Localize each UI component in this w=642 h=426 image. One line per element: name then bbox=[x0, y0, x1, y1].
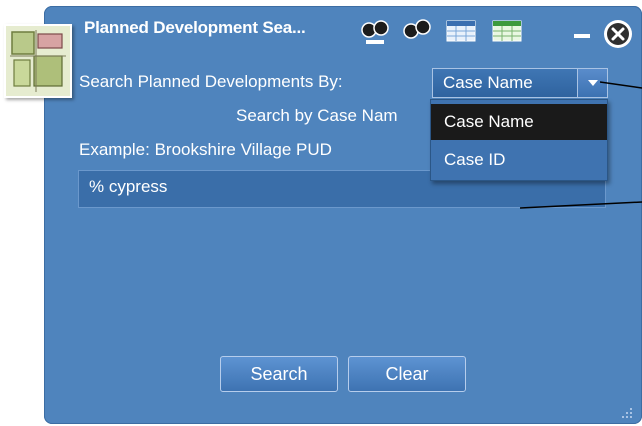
resize-grip-icon[interactable] bbox=[620, 406, 634, 420]
search-by-label: Search Planned Developments By: bbox=[79, 72, 343, 91]
close-icon[interactable] bbox=[602, 18, 634, 55]
example-text: Example: Brookshire Village PUD bbox=[79, 140, 332, 159]
clear-button[interactable]: Clear bbox=[348, 356, 466, 392]
grid-icon[interactable] bbox=[446, 20, 476, 50]
callout-line bbox=[600, 81, 642, 89]
dropdown-option-case-id[interactable]: Case ID bbox=[431, 142, 607, 178]
binoculars-icon[interactable] bbox=[360, 16, 390, 46]
binoculars-link-icon[interactable] bbox=[402, 16, 432, 46]
search-by-value: Case Name bbox=[443, 73, 533, 92]
search-by-dropdown: Case Name Case ID bbox=[430, 99, 608, 181]
window-title: Planned Development Sea... bbox=[84, 18, 306, 37]
search-subheading: Search by Case Nam bbox=[236, 106, 398, 125]
callout-line bbox=[520, 201, 642, 209]
minimize-icon[interactable] bbox=[574, 34, 590, 38]
search-button[interactable]: Search bbox=[220, 356, 338, 392]
dropdown-option-case-name[interactable]: Case Name bbox=[431, 104, 607, 140]
planned-development-app-icon[interactable] bbox=[4, 24, 72, 98]
search-by-select[interactable]: Case Name bbox=[432, 68, 608, 98]
table-icon[interactable] bbox=[492, 20, 522, 50]
